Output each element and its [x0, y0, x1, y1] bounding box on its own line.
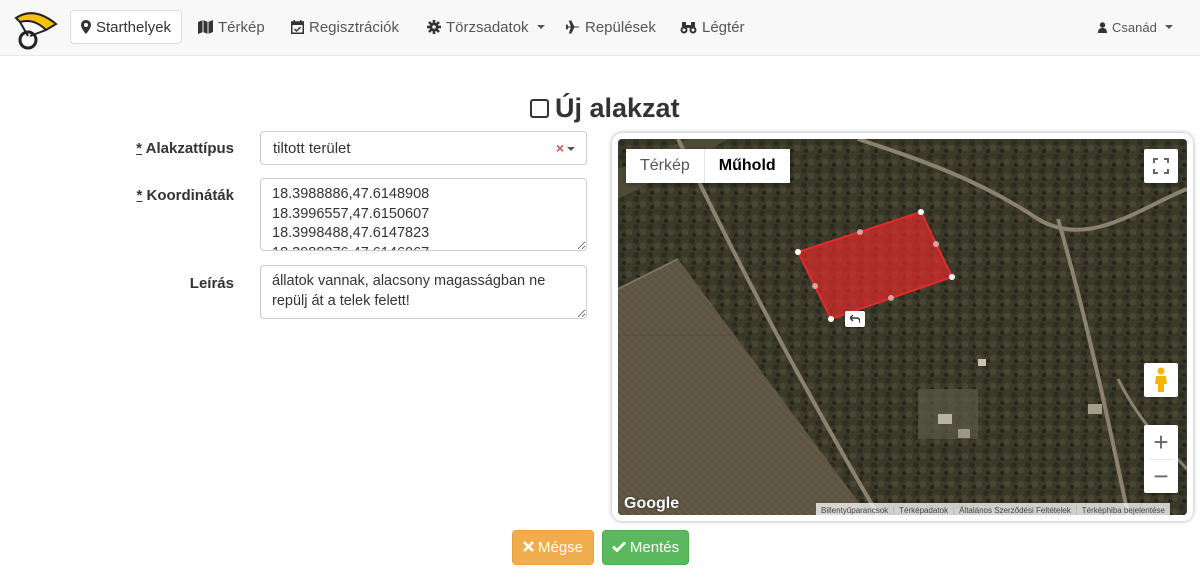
map-icon — [198, 20, 213, 34]
nav-repulesek[interactable]: Repülések — [556, 10, 666, 44]
shape-type-label-text: Alakzattípus — [145, 140, 234, 157]
zoom-divider — [1149, 459, 1173, 460]
zoom-out-button[interactable]: − — [1144, 459, 1178, 493]
map[interactable]: Térkép Műhold + − Google Billentyűparanc… — [612, 133, 1193, 521]
description-label: Leírás — [0, 275, 234, 292]
save-button[interactable]: Mentés — [602, 530, 689, 565]
nav-label: Térkép — [218, 18, 265, 36]
nav-legter[interactable]: Légtér — [670, 10, 755, 44]
nav-label: Repülések — [585, 18, 656, 36]
street-view-pegman-icon[interactable] — [1144, 363, 1178, 397]
nav-label: Törzsadatok — [446, 18, 529, 36]
satellite-imagery — [618, 139, 1187, 515]
undo-icon[interactable] — [845, 311, 865, 327]
map-type-satellite-button[interactable]: Műhold — [703, 149, 790, 183]
map-type-map-button[interactable]: Térkép — [626, 149, 704, 183]
checkbox-square-icon — [530, 98, 549, 118]
user-name: Csanád — [1112, 19, 1157, 35]
navbar: Starthelyek Térkép Regisztrációk Törzsad… — [0, 0, 1200, 56]
nav-label: Légtér — [702, 18, 745, 36]
coordinates-textarea[interactable]: 18.3988886,47.6148908 18.3996557,47.6150… — [260, 178, 587, 251]
zoom-control: + − — [1144, 425, 1178, 493]
page-title-text: Új alakzat — [555, 92, 680, 123]
user-menu[interactable]: Csanád — [1088, 10, 1183, 44]
description-label-text: Leírás — [189, 275, 234, 292]
shape-type-value: tiltott terület — [273, 139, 351, 157]
nav-starthelyek[interactable]: Starthelyek — [70, 10, 183, 44]
chevron-down-icon — [567, 147, 575, 151]
map-type-control: Térkép Műhold — [626, 149, 790, 183]
zoom-in-button[interactable]: + — [1144, 425, 1178, 459]
cancel-button[interactable]: Mégse — [512, 530, 594, 565]
shape-type-label: * Alakzattípus — [0, 140, 234, 157]
calendar-check-icon — [291, 20, 304, 34]
binoculars-icon — [680, 20, 697, 34]
nav-label: Regisztrációk — [309, 18, 400, 36]
page-title: Új alakzat — [530, 90, 680, 126]
cancel-label: Mégse — [537, 539, 584, 556]
save-label: Mentés — [629, 539, 680, 556]
brand-logo[interactable] — [12, 4, 60, 52]
plane-icon — [566, 20, 580, 34]
check-icon — [611, 539, 626, 556]
required-mark: * — [136, 187, 143, 204]
nav-regisztraciok[interactable]: Regisztrációk — [281, 10, 409, 44]
required-mark: * — [136, 140, 143, 157]
map-attribution: Billentyűparancsok Térképadatok Általáno… — [816, 503, 1170, 515]
gear-icon — [427, 20, 441, 34]
coordinates-label: * Koordináták — [0, 187, 234, 204]
user-icon — [1098, 21, 1107, 33]
nav-label: Starthelyek — [96, 18, 172, 36]
terms-link[interactable]: Általános Szerződési Feltételek — [953, 505, 1076, 515]
nav-torzsadatok[interactable]: Törzsadatok — [417, 10, 555, 44]
fullscreen-icon[interactable] — [1144, 149, 1178, 183]
shape-type-select[interactable]: tiltott terület × — [260, 131, 587, 165]
map-marker-icon — [81, 20, 91, 34]
clear-icon[interactable]: × — [556, 140, 564, 156]
coordinates-label-text: Koordináták — [146, 187, 234, 204]
close-icon — [523, 539, 534, 556]
nav-terkep[interactable]: Térkép — [188, 10, 275, 44]
chevron-down-icon — [536, 25, 545, 29]
google-logo: Google — [624, 495, 680, 512]
description-textarea[interactable]: állatok vannak, alacsony magasságban ne … — [260, 265, 587, 319]
chevron-down-icon — [1164, 25, 1173, 29]
report-error-link[interactable]: Térképhiba bejelentése — [1075, 505, 1170, 515]
map-data-link[interactable]: Térképadatok — [893, 505, 953, 515]
keyboard-shortcuts-link[interactable]: Billentyűparancsok — [816, 506, 893, 515]
